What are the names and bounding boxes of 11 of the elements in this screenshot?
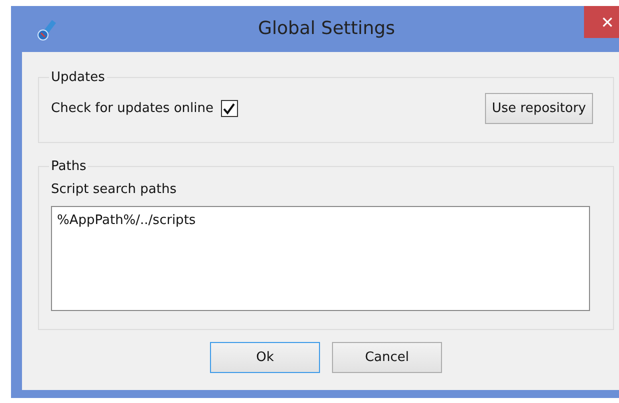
close-button[interactable]: ✕ xyxy=(584,6,619,38)
dialog-button[interactable]: Cancel xyxy=(332,342,442,373)
window-title: Global Settings xyxy=(258,18,395,39)
checkbox[interactable] xyxy=(220,100,238,117)
dialog-button[interactable]: Ok xyxy=(210,342,320,373)
use-repository-button[interactable]: Use repository xyxy=(484,93,593,124)
field-label: Script search paths xyxy=(51,182,178,197)
paths-field[interactable]: %AppPath%/../scripts xyxy=(51,206,590,311)
checkbox-label: Check for updates online xyxy=(51,101,214,116)
group-title: Updates xyxy=(50,70,106,85)
group-title: Paths xyxy=(50,159,88,174)
